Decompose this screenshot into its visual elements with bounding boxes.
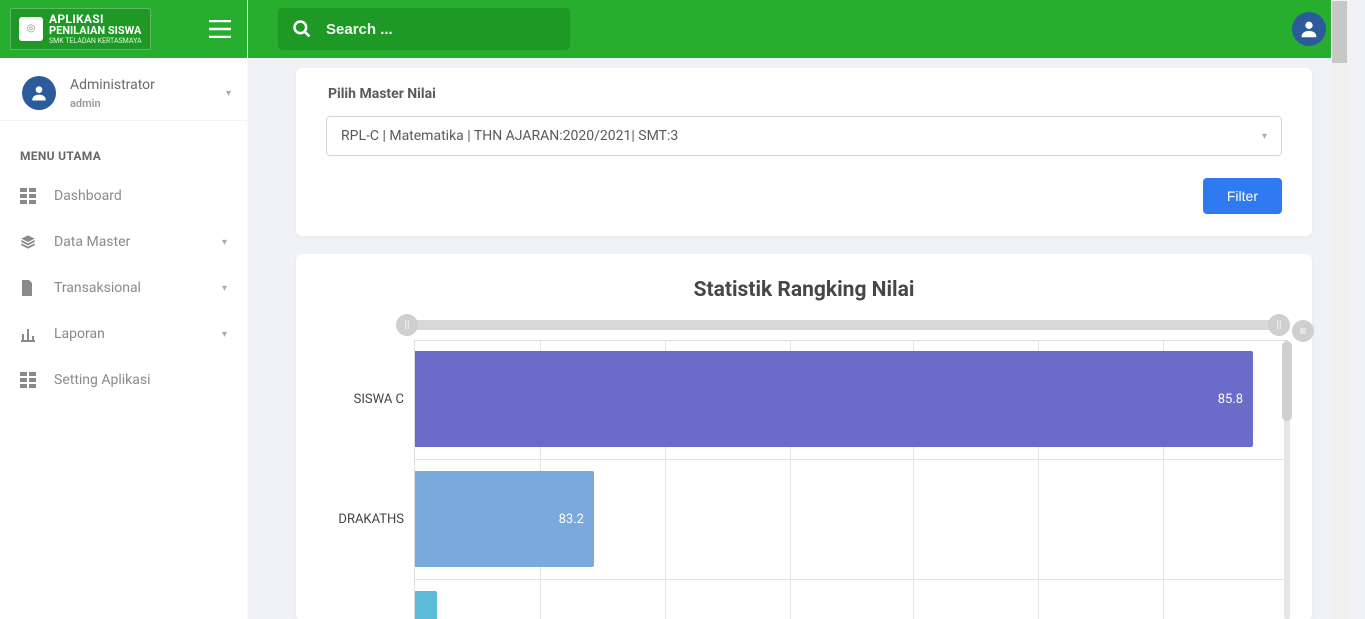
filter-label: Pilih Master Nilai	[328, 86, 1282, 102]
search-box[interactable]	[278, 8, 570, 50]
filter-card: Pilih Master Nilai RPL-C | Matematika | …	[296, 68, 1312, 236]
y-axis-labels: SISWA C DRAKATHS	[320, 340, 414, 619]
sidebar-item-dashboard[interactable]: Dashboard	[0, 173, 247, 219]
sidebar-item-label: Data Master	[54, 234, 130, 250]
sidebar-item-laporan[interactable]: Laporan ▾	[0, 311, 247, 357]
document-icon	[20, 280, 36, 296]
sidebar: ◎ APLIKASI PENILAIAN SISWA SMK TELADAN K…	[0, 0, 248, 619]
content-area: Pilih Master Nilai RPL-C | Matematika | …	[248, 58, 1348, 619]
brand-emblem-icon: ◎	[19, 17, 43, 41]
brand-bar: ◎ APLIKASI PENILAIAN SISWA SMK TELADAN K…	[0, 0, 247, 58]
layers-icon	[20, 234, 36, 250]
chart-body: SISWA C DRAKATHS 85.8	[320, 340, 1288, 619]
sidebar-item-label: Dashboard	[54, 188, 122, 204]
bar-siswa-c[interactable]: 85.8	[415, 351, 1253, 447]
top-avatar-icon[interactable]	[1292, 12, 1326, 46]
topbar	[248, 0, 1348, 58]
avatar-icon	[22, 76, 56, 110]
search-icon	[292, 19, 312, 39]
caret-down-icon: ▾	[222, 329, 227, 340]
slider-menu-icon[interactable]: ≡	[1292, 320, 1314, 342]
scrollbar-thumb[interactable]	[1332, 1, 1347, 63]
nav-list: Dashboard Data Master ▾ Transaksional ▾ …	[0, 173, 247, 403]
y-label-0: SISWA C	[354, 392, 404, 407]
sidebar-item-data-master[interactable]: Data Master ▾	[0, 219, 247, 265]
brand-line3: SMK TELADAN KERTASMAYA	[49, 38, 142, 45]
range-slider[interactable]: || || ≡	[406, 320, 1280, 330]
select-value: RPL-C | Matematika | THN AJARAN:2020/202…	[341, 128, 678, 144]
caret-down-icon: ▾	[226, 88, 231, 99]
caret-down-icon: ▾	[1262, 131, 1267, 142]
bar-value: 85.8	[1218, 392, 1243, 407]
chart-scrollbar[interactable]	[1282, 341, 1292, 619]
y-label-1: DRAKATHS	[338, 512, 404, 527]
grid-icon	[20, 188, 36, 204]
sidebar-item-label: Laporan	[54, 326, 105, 342]
chart-card: Statistik Rangking Nilai || || ≡ SISWA C…	[296, 254, 1312, 619]
filter-button[interactable]: Filter	[1203, 178, 1282, 214]
main: Pilih Master Nilai RPL-C | Matematika | …	[248, 0, 1348, 619]
hamburger-icon[interactable]	[209, 20, 231, 38]
bar-partial-next[interactable]	[415, 591, 437, 619]
caret-down-icon: ▾	[222, 237, 227, 248]
sidebar-item-setting[interactable]: Setting Aplikasi	[0, 357, 247, 403]
bar-drakaths[interactable]: 83.2	[415, 471, 594, 567]
grid-icon	[20, 372, 36, 388]
bar-chart-icon	[20, 326, 36, 342]
sidebar-item-transaksional[interactable]: Transaksional ▾	[0, 265, 247, 311]
user-block[interactable]: Administrator admin ▾	[0, 58, 247, 121]
slider-handle-right-icon[interactable]: ||	[1268, 314, 1290, 336]
page-scrollbar[interactable]: ▴	[1331, 0, 1348, 619]
sidebar-item-label: Setting Aplikasi	[54, 372, 151, 388]
caret-down-icon: ▾	[222, 283, 227, 294]
plot-area: 85.8 83.2	[414, 340, 1288, 619]
bar-value: 83.2	[559, 512, 584, 527]
user-role: admin	[70, 97, 212, 110]
chart-title: Statistik Rangking Nilai	[320, 278, 1288, 302]
brand-logo[interactable]: ◎ APLIKASI PENILAIAN SISWA SMK TELADAN K…	[10, 8, 151, 50]
sidebar-item-label: Transaksional	[54, 280, 141, 296]
search-input[interactable]	[326, 21, 556, 38]
user-name: Administrator	[70, 77, 212, 93]
brand-text: APLIKASI PENILAIAN SISWA SMK TELADAN KER…	[49, 13, 142, 45]
menu-section-title: MENU UTAMA	[0, 121, 247, 173]
master-nilai-select[interactable]: RPL-C | Matematika | THN AJARAN:2020/202…	[326, 116, 1282, 156]
brand-line2: PENILAIAN SISWA	[49, 25, 142, 37]
slider-handle-left-icon[interactable]: ||	[396, 314, 418, 336]
